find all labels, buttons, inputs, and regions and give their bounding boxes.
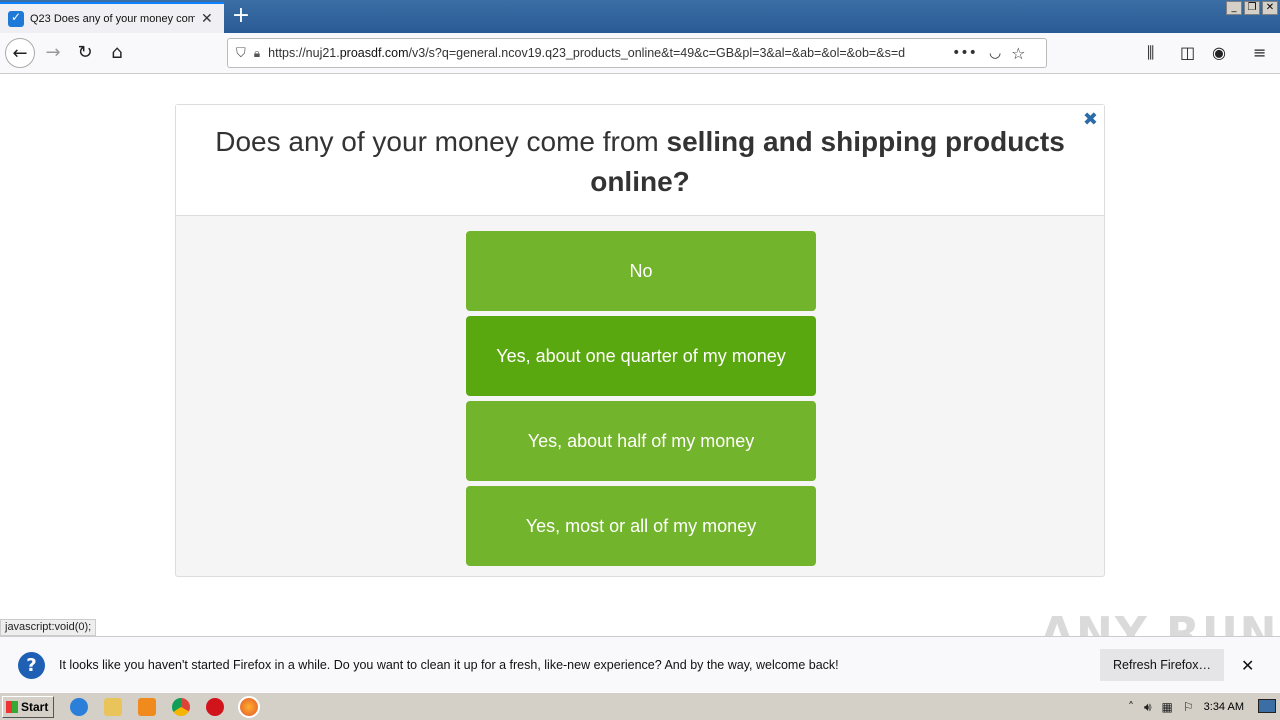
question-icon: ? <box>18 652 45 679</box>
browser-tab[interactable]: Q23 Does any of your money come from sel… <box>0 2 224 33</box>
refresh-firefox-button[interactable]: Refresh Firefox… <box>1100 649 1224 681</box>
shield-icon[interactable]: ⛉ <box>236 46 246 61</box>
library-icon[interactable]: ⫼ <box>1147 43 1154 63</box>
url-path: /v3/s?q=general.ncov19.q23_products_onli… <box>408 46 906 60</box>
navigation-bar: ← → ↻ ⌂ ⛉ 🔒︎ https://nuj21.proasdf.com/v… <box>0 33 1280 74</box>
pocket-icon[interactable]: ◡ <box>989 45 1001 61</box>
firefox-icon[interactable] <box>238 696 260 718</box>
show-desktop-icon[interactable] <box>1258 699 1276 713</box>
window-close-icon[interactable]: ✕ <box>1262 1 1278 15</box>
back-arrow-icon[interactable]: ← <box>5 38 35 68</box>
page-content: Does any of your money come from selling… <box>0 74 1280 636</box>
answer-button-no[interactable]: No <box>466 231 816 311</box>
volume-icon[interactable]: 🔊︎ <box>1144 700 1152 715</box>
answer-button-half[interactable]: Yes, about half of my money <box>466 401 816 481</box>
tab-close-icon[interactable]: ✕ <box>201 11 213 27</box>
chrome-icon[interactable] <box>172 698 190 716</box>
start-button[interactable]: Start <box>2 696 54 718</box>
url-domain: proasdf.com <box>339 46 409 60</box>
notification-bar: ? It looks like you haven't started Fire… <box>0 636 1280 692</box>
sidebar-icon[interactable]: ◫ <box>1180 43 1195 62</box>
page-actions-icon[interactable]: ••• <box>952 45 977 61</box>
home-icon[interactable]: ⌂ <box>102 38 132 68</box>
question-text: Does any of your money come from selling… <box>176 122 1104 202</box>
address-bar[interactable]: ⛉ 🔒︎ https://nuj21.proasdf.com/v3/s?q=ge… <box>227 38 1047 68</box>
new-tab-button[interactable]: + <box>230 4 252 28</box>
flag-icon[interactable]: ⚐ <box>1183 700 1194 714</box>
url-text[interactable]: https://nuj21.proasdf.com/v3/s?q=general… <box>268 46 944 60</box>
close-icon[interactable]: ✖ <box>1083 109 1098 130</box>
opera-icon[interactable] <box>206 698 224 716</box>
restore-icon[interactable]: ❐ <box>1244 1 1260 15</box>
network-icon[interactable]: ▦ <box>1162 700 1173 714</box>
url-scheme: https://nuj21. <box>268 46 340 60</box>
account-icon[interactable]: ◉ <box>1212 43 1226 62</box>
system-tray: ˄ 🔊︎ ▦ ⚐ 3:34 AM <box>1128 696 1244 718</box>
folder-icon[interactable] <box>104 698 122 716</box>
minimize-icon[interactable]: _ <box>1226 1 1242 15</box>
bookmark-star-icon[interactable]: ☆ <box>1011 44 1025 63</box>
answer-button-most-or-all[interactable]: Yes, most or all of my money <box>466 486 816 566</box>
status-link-preview: javascript:void(0); <box>0 619 97 636</box>
reload-icon[interactable]: ↻ <box>70 38 100 68</box>
survey-card: Does any of your money come from selling… <box>175 104 1105 577</box>
answer-button-one-quarter[interactable]: Yes, about one quarter of my money <box>466 316 816 396</box>
clock[interactable]: 3:34 AM <box>1204 701 1244 713</box>
question-header: Does any of your money come from selling… <box>176 105 1104 216</box>
menu-icon[interactable]: ≡ <box>1253 43 1266 62</box>
question-prefix: Does any of your money come from <box>215 126 667 157</box>
lock-icon[interactable]: 🔒︎ <box>254 46 260 61</box>
notification-message: It looks like you haven't started Firefo… <box>59 658 839 672</box>
tab-bar: Q23 Does any of your money come from sel… <box>0 0 1280 33</box>
tab-title: Q23 Does any of your money come from sel… <box>30 12 195 25</box>
forward-arrow-icon[interactable]: → <box>38 38 68 68</box>
media-player-icon[interactable] <box>138 698 156 716</box>
checkmark-favicon-icon <box>8 10 24 27</box>
taskbar: Start ˄ 🔊︎ ▦ ⚐ 3:34 AM <box>0 692 1280 720</box>
tray-expand-icon[interactable]: ˄ <box>1128 700 1134 714</box>
window-controls: _ ❐ ✕ <box>1226 1 1278 15</box>
notification-close-icon[interactable]: ✕ <box>1241 656 1254 675</box>
internet-explorer-icon[interactable] <box>70 698 88 716</box>
